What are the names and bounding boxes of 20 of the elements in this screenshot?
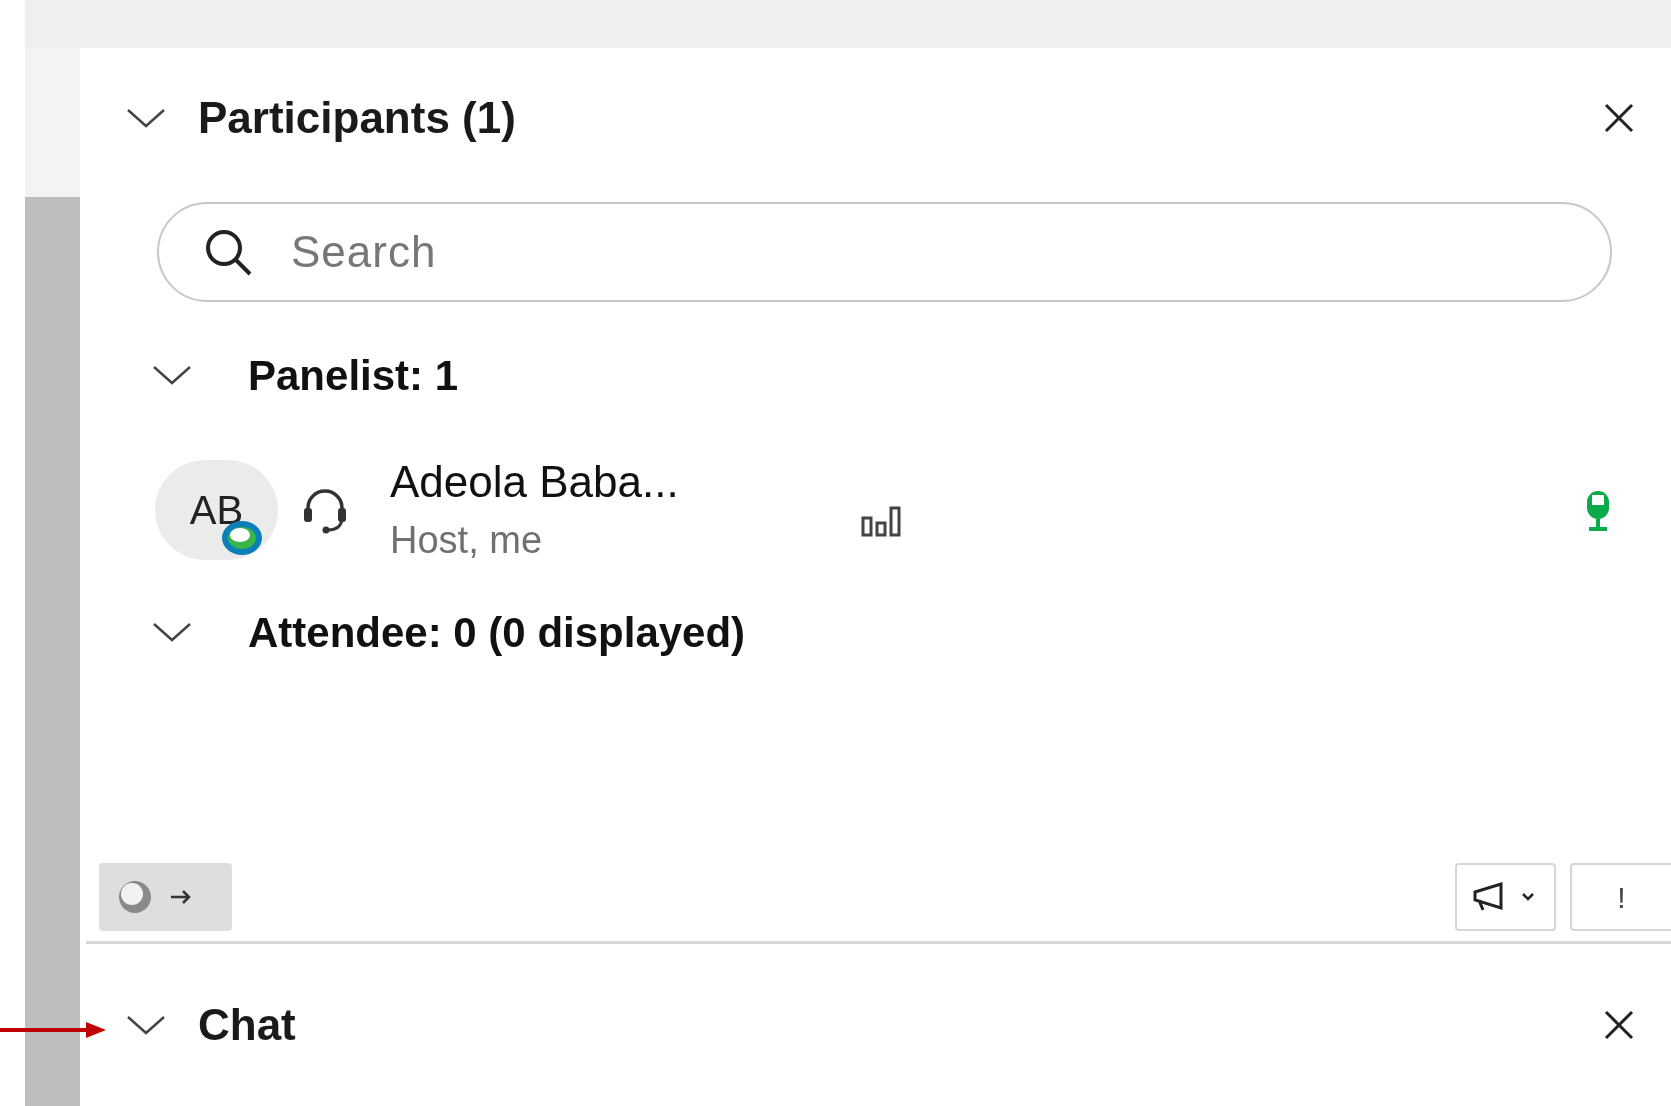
chevron-icon[interactable] <box>126 1014 166 1036</box>
chevron-icon[interactable] <box>152 621 192 643</box>
panel-title: Participants (1) <box>198 92 516 144</box>
group-label: Panelist: 1 <box>248 350 459 401</box>
chevron-icon[interactable] <box>126 107 166 129</box>
alert-button[interactable]: ! <box>1570 863 1671 931</box>
avatar: AB <box>155 460 278 560</box>
announce-button[interactable] <box>1455 863 1556 931</box>
chat-title: Chat <box>198 999 296 1051</box>
group-label: Attendee: 0 (0 displayed) <box>248 607 746 658</box>
participant-role: Host, me <box>390 518 544 563</box>
signal-icon <box>860 504 904 538</box>
close-icon[interactable] <box>1603 1009 1635 1041</box>
participant-name: Adeola Baba... <box>390 456 680 508</box>
search-icon <box>203 227 253 277</box>
close-icon[interactable] <box>1603 102 1635 134</box>
microphone-icon[interactable] <box>1585 489 1611 531</box>
status-button[interactable] <box>99 863 232 931</box>
search-field[interactable]: Search <box>157 202 1612 302</box>
chevron-icon[interactable] <box>152 364 192 386</box>
